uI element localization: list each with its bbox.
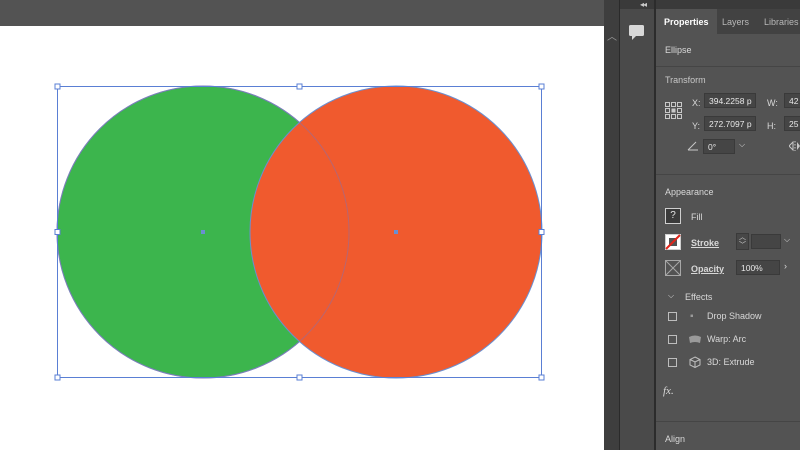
- green-center-point: [201, 230, 205, 234]
- tab-libraries[interactable]: Libraries: [764, 17, 799, 27]
- transform-title: Transform: [665, 75, 706, 85]
- appearance-title: Appearance: [665, 187, 714, 197]
- canvas-area[interactable]: [0, 0, 604, 450]
- drop-shadow-icon: ▪: [690, 311, 694, 322]
- dock-header: [620, 0, 654, 9]
- stroke-weight-dropdown-chevron-icon[interactable]: ⌵: [784, 235, 790, 245]
- comments-icon[interactable]: [626, 21, 648, 43]
- w-label: W:: [767, 98, 778, 108]
- scroll-up-icon[interactable]: ︿: [607, 28, 617, 43]
- stroke-weight-stepper[interactable]: ︿ ﹀: [736, 233, 749, 250]
- fill-label: Fill: [691, 212, 703, 222]
- h-field[interactable]: 25: [784, 116, 800, 131]
- divider: [656, 66, 800, 67]
- rotate-dropdown-chevron-icon[interactable]: ⌵: [739, 140, 745, 150]
- divider: [656, 174, 800, 175]
- stroke-label[interactable]: Stroke: [691, 238, 719, 248]
- reference-point-icon[interactable]: [665, 102, 683, 120]
- drop-shadow-label: Drop Shadow: [707, 311, 762, 321]
- collapse-panels-icon[interactable]: ◂◂: [640, 0, 647, 9]
- vertical-scrollbar[interactable]: ︿: [604, 0, 619, 450]
- orange-center-point: [394, 230, 398, 234]
- tab-layers[interactable]: Layers: [722, 17, 749, 27]
- flip-horizontal-icon[interactable]: [789, 140, 800, 152]
- cube-icon: [689, 356, 701, 368]
- stroke-weight-field[interactable]: [751, 234, 781, 249]
- w-field[interactable]: 42: [784, 93, 800, 108]
- opacity-icon: [665, 260, 681, 276]
- 3d-extrude-checkbox[interactable]: [668, 358, 677, 367]
- 3d-extrude-label: 3D: Extrude: [707, 357, 755, 367]
- panel-header-strip: [656, 0, 800, 9]
- stroke-swatch-none-icon[interactable]: [665, 234, 681, 250]
- opacity-field[interactable]: 100%: [736, 260, 780, 275]
- divider: [656, 421, 800, 422]
- fx-icon[interactable]: fx.: [663, 385, 674, 397]
- align-title: Align: [665, 434, 686, 444]
- opacity-label[interactable]: Opacity: [691, 264, 724, 274]
- effects-title: Effects: [685, 292, 713, 302]
- rotate-field[interactable]: 0°: [703, 139, 735, 154]
- object-type-label: Ellipse: [665, 45, 692, 55]
- fill-swatch-unknown-icon[interactable]: ?: [665, 208, 681, 224]
- opacity-arrow-icon[interactable]: ›: [784, 261, 787, 271]
- h-label: H:: [767, 121, 776, 131]
- drop-shadow-checkbox[interactable]: [668, 312, 677, 321]
- panel-tabs: Properties Layers Libraries: [656, 9, 800, 34]
- effects-chevron-down-icon[interactable]: ⌵: [668, 291, 674, 301]
- properties-panel: Properties Layers Libraries Ellipse Tran…: [656, 9, 800, 450]
- warp-arc-checkbox[interactable]: [668, 335, 677, 344]
- warp-arc-icon: [689, 335, 701, 343]
- artboard[interactable]: [0, 26, 604, 450]
- artwork[interactable]: [0, 26, 604, 450]
- tab-properties[interactable]: Properties: [664, 17, 709, 27]
- x-label: X:: [692, 98, 701, 108]
- x-field[interactable]: 394.2258 p: [704, 93, 756, 108]
- collapsed-panel-dock: [620, 0, 654, 450]
- y-label: Y:: [692, 121, 701, 131]
- y-field[interactable]: 272.7097 p: [704, 116, 756, 131]
- warp-arc-label: Warp: Arc: [707, 334, 747, 344]
- rotate-angle-icon: [687, 141, 698, 151]
